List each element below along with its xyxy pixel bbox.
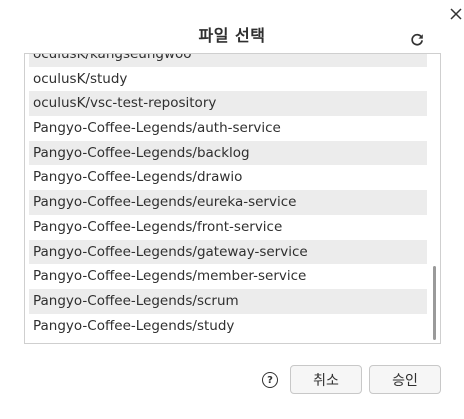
close-icon	[450, 8, 462, 20]
refresh-icon	[411, 33, 423, 46]
list-item[interactable]: Pangyo-Coffee-Legends/drawio	[29, 165, 427, 190]
list-item[interactable]: Pangyo-Coffee-Legends/gateway-service	[29, 239, 427, 265]
help-icon: ?	[267, 374, 273, 386]
list-item[interactable]: Pangyo-Coffee-Legends/auth-service	[29, 116, 427, 141]
ok-button[interactable]: 승인	[369, 365, 441, 394]
repository-list-items: oculusK/kangseungwoo oculusK/study oculusK…	[29, 54, 427, 339]
list-item[interactable]: Pangyo-Coffee-Legends/eureka-service	[29, 190, 427, 215]
refresh-button[interactable]	[408, 31, 426, 49]
list-item[interactable]: oculusK/vsc-test-repository	[29, 91, 427, 117]
list-item[interactable]: Pangyo-Coffee-Legends/backlog	[29, 140, 427, 166]
close-button[interactable]	[447, 5, 464, 23]
list-item[interactable]: Pangyo-Coffee-Legends/member-service	[29, 264, 427, 289]
list-item[interactable]: Pangyo-Coffee-Legends/front-service	[29, 215, 427, 240]
help-button[interactable]: ?	[262, 372, 278, 388]
list-item[interactable]: oculusK/kangseungwoo	[29, 54, 427, 67]
list-scrollbar[interactable]	[433, 266, 436, 340]
list-item[interactable]: Pangyo-Coffee-Legends/scrum	[29, 288, 427, 314]
list-item[interactable]: oculusK/study	[29, 67, 427, 92]
cancel-button[interactable]: 취소	[290, 365, 362, 394]
repository-list[interactable]: oculusK/kangseungwoo oculusK/study oculusK…	[24, 53, 441, 344]
dialog-title: 파일 선택	[198, 26, 266, 45]
file-select-dialog: 파일 선택 oculusK/kangseungwoo oculusK/study o…	[0, 0, 464, 419]
list-item[interactable]: Pangyo-Coffee-Legends/study	[29, 314, 427, 339]
